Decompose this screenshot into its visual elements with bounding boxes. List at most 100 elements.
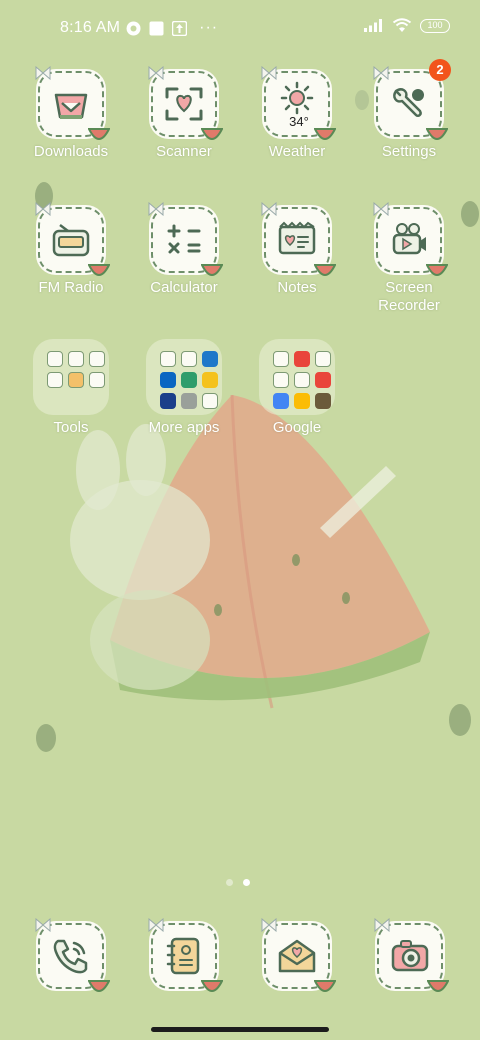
- mini-app-icon: [89, 372, 105, 388]
- folder-more-apps[interactable]: [146, 339, 222, 415]
- mini-app-icon: [294, 372, 310, 388]
- mini-app-icon: [181, 393, 197, 409]
- app-downloads[interactable]: Downloads: [16, 66, 126, 161]
- app-label: Settings: [381, 143, 437, 160]
- dock-camera[interactable]: [374, 918, 449, 992]
- mini-app-icon: [273, 351, 289, 367]
- app-scanner[interactable]: Scanner: [129, 66, 239, 161]
- bow-icon: [148, 202, 164, 216]
- page-dot[interactable]: [226, 879, 233, 886]
- more-dots-icon: ···: [199, 19, 219, 36]
- bow-icon: [373, 66, 389, 80]
- app-label-line: Screen: [385, 279, 433, 296]
- app-screen-recorder[interactable]: Screen Recorder: [354, 202, 464, 315]
- watermelon-sticker-icon: [427, 980, 449, 992]
- mini-app-icon: [273, 372, 289, 388]
- status-bar: 8:16 AM ··· 100: [0, 0, 480, 56]
- status-time: 8:16 AM: [60, 19, 121, 36]
- watermelon-sticker-icon: [201, 128, 223, 140]
- mini-app-icon: [160, 351, 176, 367]
- video-camera-icon: [392, 223, 426, 255]
- app-label: FM Radio: [38, 279, 104, 296]
- mini-app-icon: [47, 372, 63, 388]
- bow-icon: [261, 202, 277, 216]
- folder-google[interactable]: [259, 339, 335, 415]
- scanner-frame-icon: [165, 87, 203, 121]
- signal-icon: [364, 19, 382, 32]
- download-tray-icon: [54, 93, 88, 119]
- mini-app-icon: [294, 351, 310, 367]
- mini-app-icon: [160, 393, 176, 409]
- mini-app-icon: [202, 372, 218, 388]
- mini-app-icon: [160, 372, 176, 388]
- folder-label: More apps: [148, 419, 220, 436]
- notification-badge: 2: [429, 59, 451, 81]
- bow-icon: [374, 918, 390, 932]
- notepad-icon: [278, 221, 316, 255]
- bow-icon: [35, 918, 51, 932]
- folder-label: Google: [272, 419, 322, 436]
- phone-icon: [53, 939, 88, 974]
- folder-label: Tools: [53, 419, 89, 436]
- mini-app-icon: [202, 393, 218, 409]
- dock-messages[interactable]: [261, 918, 336, 992]
- watermelon-sticker-icon: [314, 980, 336, 992]
- bow-icon: [261, 918, 277, 932]
- app-settings[interactable]: 2 Settings: [354, 59, 464, 161]
- dock-contacts[interactable]: [148, 918, 223, 992]
- calculator-icon: [167, 224, 201, 254]
- app-label: Screen Recorder: [354, 279, 464, 315]
- wifi-icon: [392, 18, 412, 32]
- page-indicator: [226, 879, 250, 886]
- battery-indicator: 100: [420, 18, 450, 33]
- app-calculator[interactable]: Calculator: [129, 202, 239, 297]
- wrench-icon: [393, 88, 424, 118]
- bow-icon: [148, 66, 164, 80]
- app-label: Calculator: [150, 279, 218, 296]
- watermelon-sticker-icon: [88, 980, 110, 992]
- app-label-line: Recorder: [378, 297, 440, 314]
- mini-app-icon: [315, 351, 331, 367]
- watermelon-sticker-icon: [314, 264, 336, 276]
- home-gesture-bar[interactable]: [151, 1027, 329, 1032]
- watermelon-sticker-icon: [88, 264, 110, 276]
- app-label: Weather: [268, 143, 326, 160]
- watermelon-sticker-icon: [314, 128, 336, 140]
- watermelon-sticker-icon: [426, 128, 448, 140]
- app-notes[interactable]: Notes: [242, 202, 352, 297]
- bow-icon: [148, 918, 164, 932]
- envelope-icon: [278, 939, 316, 973]
- square-notification-icon: [149, 21, 164, 36]
- app-label: Downloads: [33, 143, 109, 160]
- notification-icons: ···: [126, 19, 218, 37]
- bow-icon: [35, 202, 51, 216]
- radio-icon: [52, 224, 90, 257]
- app-fm-radio[interactable]: FM Radio: [16, 202, 126, 297]
- mini-app-icon: [181, 372, 197, 388]
- bow-icon: [261, 66, 277, 80]
- camera-app-notification-icon: [126, 21, 141, 36]
- dock-phone[interactable]: [35, 918, 110, 992]
- app-label: Notes: [277, 279, 317, 296]
- app-weather[interactable]: 34° Weather: [242, 66, 352, 161]
- mini-app-icon: [273, 393, 289, 409]
- watermelon-sticker-icon: [201, 980, 223, 992]
- upload-notification-icon: [172, 20, 188, 36]
- mini-app-icon: [89, 351, 105, 367]
- folder-tools[interactable]: [33, 339, 109, 415]
- mini-app-icon: [68, 351, 84, 367]
- mini-app-icon: [181, 351, 197, 367]
- watermelon-sticker-icon: [426, 264, 448, 276]
- mini-app-icon: [315, 372, 331, 388]
- mini-app-icon: [68, 372, 84, 388]
- watermelon-sticker-icon: [201, 264, 223, 276]
- watermelon-sticker-icon: [88, 128, 110, 140]
- notebook-icon: [166, 937, 200, 975]
- page-dot-active[interactable]: [243, 879, 250, 886]
- mini-app-icon: [202, 351, 218, 367]
- bow-icon: [35, 66, 51, 80]
- mini-app-icon: [47, 351, 63, 367]
- camera-icon: [391, 940, 429, 972]
- mini-app-icon: [315, 393, 331, 409]
- app-label: Scanner: [156, 143, 212, 160]
